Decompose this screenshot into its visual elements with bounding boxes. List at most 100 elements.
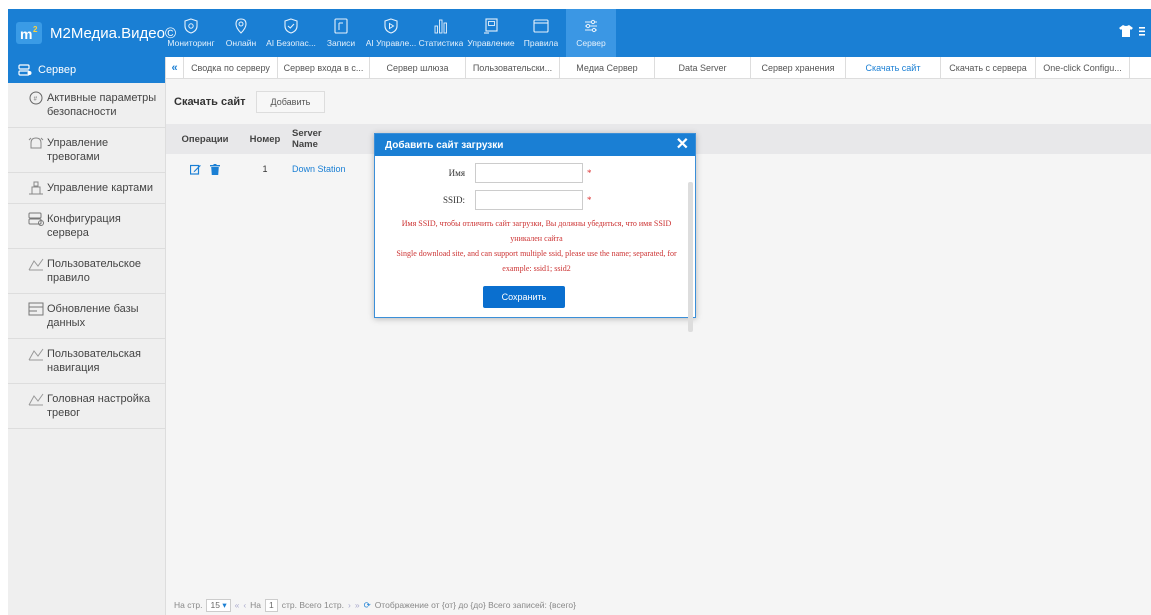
ssid-input[interactable] xyxy=(475,190,583,210)
refresh-icon[interactable]: ⟳ xyxy=(364,600,371,611)
nav-item-label: Правила xyxy=(523,38,559,48)
ssid-label: SSID: xyxy=(442,195,465,205)
map-icon xyxy=(29,181,43,195)
rule-icon xyxy=(28,258,44,271)
nav-item-1[interactable]: Онлайн xyxy=(216,9,266,57)
per-page-select[interactable]: 15 ▾ xyxy=(206,598,231,612)
tab-1[interactable]: Сервер входа в с... xyxy=(278,57,370,78)
tab-6[interactable]: Сервер хранения xyxy=(751,57,846,78)
ssid-row: SSID: * xyxy=(375,190,592,210)
collapse-tabs-icon[interactable]: « xyxy=(166,57,184,78)
app-window: m 2 M2Медиа.Видео© Мониторинг Онлайн AI Бе… xyxy=(8,9,1151,615)
sidebar-item-label: Пользовательское правило xyxy=(47,258,142,284)
page-label: На xyxy=(250,600,262,610)
sidebar-item-label: Активные параметры безопасности xyxy=(47,92,157,118)
tab-4[interactable]: Медиа Сервер xyxy=(560,57,655,78)
name-required-mark: * xyxy=(587,168,592,178)
shirt-icon[interactable] xyxy=(1119,25,1133,37)
sidebar-header[interactable]: Сервер xyxy=(8,57,165,83)
pagination-bar: На стр. 15 ▾ « ‹ На 1 стр. Всего 1стр. ›… xyxy=(166,595,1151,615)
page-title: Скачать сайт xyxy=(174,96,246,108)
first-page-icon[interactable]: « xyxy=(235,600,240,610)
add-button[interactable]: Добавить xyxy=(255,91,326,113)
sidebar-item-label: Управление картами xyxy=(47,182,153,194)
records-summary: Отображение от {от} до {до} Всего записе… xyxy=(374,600,576,610)
add-download-site-dialog: Добавить сайт загрузки ✕ Имя * SSID: * И… xyxy=(374,133,696,332)
nav-item-3[interactable]: Записи xyxy=(316,9,366,57)
col-operations[interactable]: Операции xyxy=(166,134,244,145)
brand: m 2 M2Медиа.Видео© xyxy=(8,9,176,57)
dialog-scrollbar[interactable] xyxy=(688,182,693,332)
last-page-icon[interactable]: » xyxy=(355,600,360,610)
sidebar-item-6[interactable]: Пользовательская навигация xyxy=(8,339,165,384)
record-icon xyxy=(334,18,348,34)
save-button[interactable]: Сохранить xyxy=(483,286,565,308)
tab-5[interactable]: Data Server xyxy=(655,57,751,78)
nav-item-label: AI Управле... xyxy=(365,38,417,48)
nav-item-8[interactable]: Сервер xyxy=(566,9,616,57)
help-text-ru-1: Имя SSID, чтобы отличить сайт загрузки, … xyxy=(401,219,672,228)
help-text-en-1: Single download site, and can support mu… xyxy=(396,249,677,258)
topbar-tools xyxy=(1119,25,1145,37)
prev-page-icon[interactable]: ‹ xyxy=(243,600,246,610)
play-shield-icon xyxy=(384,18,398,34)
sidebar-item-4[interactable]: Пользовательское правило xyxy=(8,249,165,294)
tab-7[interactable]: Скачать сайт xyxy=(846,57,941,78)
svg-text:m: m xyxy=(20,26,32,42)
name-row: Имя * xyxy=(375,163,592,183)
sidebar-item-label: Обновление базы данных xyxy=(47,303,139,329)
tab-3[interactable]: Пользовательски... xyxy=(466,57,560,78)
sidebar-item-3[interactable]: Конфигурация сервера xyxy=(8,204,165,249)
sidebar-item-7[interactable]: Головная настройка тревог xyxy=(8,384,165,429)
ssid-required-mark: * xyxy=(587,195,592,205)
location-pin-icon xyxy=(235,18,247,34)
nav-item-label: Онлайн xyxy=(225,38,257,48)
top-bar: m 2 M2Медиа.Видео© Мониторинг Онлайн AI Бе… xyxy=(8,9,1151,57)
sidebar-item-5[interactable]: Обновление базы данных xyxy=(8,294,165,339)
row-operations xyxy=(166,163,244,175)
tab-0[interactable]: Сводка по серверу xyxy=(184,57,278,78)
col-number[interactable]: Номер xyxy=(244,134,286,145)
navigation-icon xyxy=(28,348,44,361)
svg-text:2: 2 xyxy=(33,25,38,34)
edit-icon[interactable] xyxy=(190,164,201,175)
nav-item-label: Сервер xyxy=(576,38,606,48)
col-server-name[interactable]: Server Name xyxy=(286,128,348,150)
database-update-icon xyxy=(28,302,44,316)
nav-item-0[interactable]: Мониторинг xyxy=(166,9,216,57)
nav-item-7[interactable]: Правила xyxy=(516,9,566,57)
app-logo-icon: m 2 xyxy=(16,22,42,44)
tab-8[interactable]: Скачать с сервера xyxy=(941,57,1036,78)
help-text-ru-2: уникален сайта xyxy=(510,234,563,243)
sidebar-header-label: Сервер xyxy=(38,64,77,76)
dialog-title: Добавить сайт загрузки xyxy=(385,139,504,151)
dialog-body: Имя * SSID: * Имя SSID, чтобы отличить с… xyxy=(375,156,695,332)
close-icon[interactable]: ✕ xyxy=(676,137,689,153)
page-input[interactable]: 1 xyxy=(265,598,278,612)
sidebar-item-1[interactable]: Управление тревогами xyxy=(8,128,165,173)
delete-icon[interactable] xyxy=(210,163,220,175)
sidebar-item-0[interactable]: # Активные параметры безопасности xyxy=(8,83,165,128)
sidebar-item-label: Головная настройка тревог xyxy=(47,393,151,419)
row-server-name[interactable]: Down Station xyxy=(286,164,348,174)
alarm-settings-icon xyxy=(28,393,44,406)
nav-item-2[interactable]: AI Безопас... xyxy=(266,9,316,57)
name-input[interactable] xyxy=(475,163,583,183)
per-page-value: 15 xyxy=(210,600,220,610)
name-label: Имя xyxy=(448,168,465,178)
tab-2[interactable]: Сервер шлюза xyxy=(370,57,466,78)
shield-check-icon xyxy=(284,18,298,34)
next-page-icon[interactable]: › xyxy=(348,600,351,610)
shield-icon xyxy=(184,18,198,34)
nav-item-label: Управление xyxy=(467,38,515,48)
nav-item-5[interactable]: Статистика xyxy=(416,9,466,57)
nav-item-4[interactable]: AI Управле... xyxy=(366,9,416,57)
sidebar-item-2[interactable]: Управление картами xyxy=(8,173,165,204)
bar-chart-icon xyxy=(434,19,447,34)
server-config-icon xyxy=(28,212,44,226)
tab-9[interactable]: One-click Configu... xyxy=(1036,57,1130,78)
window-icon xyxy=(533,19,549,33)
nav-item-6[interactable]: Управление xyxy=(466,9,516,57)
panel-icon xyxy=(484,18,498,34)
menu-icon[interactable] xyxy=(1139,25,1145,37)
